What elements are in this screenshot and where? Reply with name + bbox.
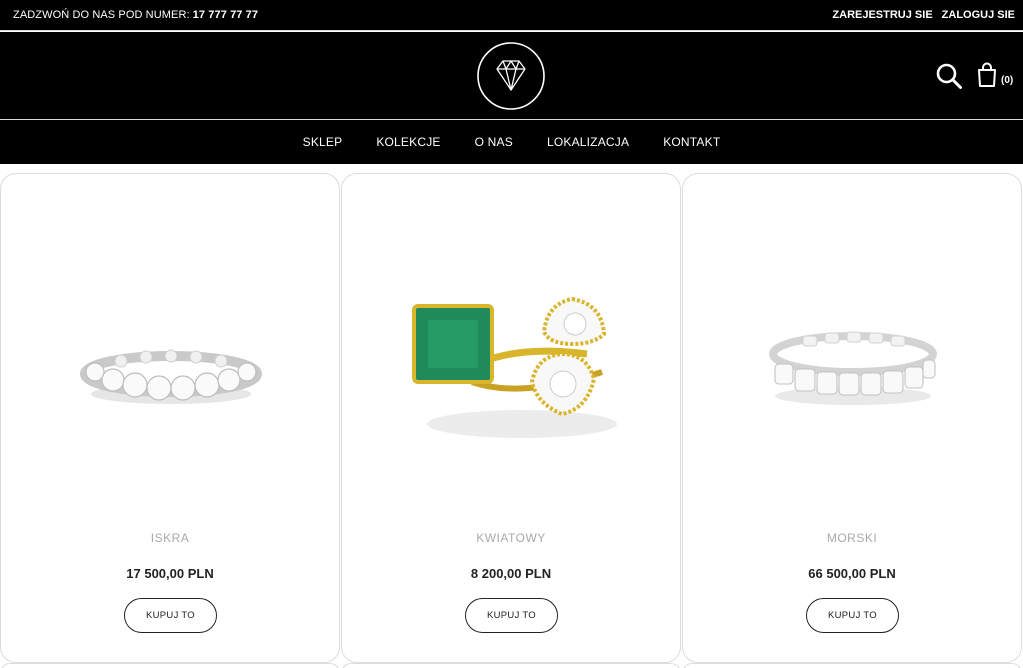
- product-name[interactable]: KWIATOWY: [342, 531, 680, 545]
- product-card[interactable]: ISKRA 17 500,00 PLN KUPUJ TO: [0, 173, 340, 663]
- register-link[interactable]: ZAREJESTRUJ SIE: [832, 9, 932, 21]
- cart-button[interactable]: (0): [976, 62, 1020, 92]
- nav-item-kontakt[interactable]: KONTAKT: [663, 135, 720, 149]
- product-image[interactable]: [31, 204, 311, 494]
- nav-item-kolekcje[interactable]: KOLEKCJE: [376, 135, 440, 149]
- product-price: 66 500,00 PLN: [808, 566, 896, 581]
- phone-number[interactable]: 17 777 77 77: [193, 9, 258, 21]
- cart-count: (0): [1001, 74, 1014, 86]
- product-name[interactable]: ISKRA: [1, 531, 339, 545]
- header: (0): [0, 32, 1023, 119]
- next-row-card-edge: [682, 663, 1022, 668]
- product-card[interactable]: MORSKI 66 500,00 PLN KUPUJ TO: [682, 173, 1022, 663]
- product-price: 17 500,00 PLN: [126, 566, 214, 581]
- next-row-card-edge: [341, 663, 681, 668]
- top-bar: ZADZWOŃ DO NAS POD NUMER: 17 777 77 77 ZA…: [0, 0, 1023, 31]
- auth-links: ZAREJESTRUJ SIE ZALOGUJ SIE: [832, 9, 1015, 21]
- phone-label: ZADZWOŃ DO NAS POD NUMER:: [13, 9, 190, 21]
- next-row-card-edge: [0, 663, 340, 668]
- product-card[interactable]: KWIATOWY 8 200,00 PLN KUPUJ TO: [341, 173, 681, 663]
- nav-item-lokalizacja[interactable]: LOKALIZACJA: [547, 135, 629, 149]
- buy-button[interactable]: KUPUJ TO: [465, 598, 558, 633]
- nav-item-o-nas[interactable]: O NAS: [475, 135, 513, 149]
- phone-info: ZADZWOŃ DO NAS POD NUMER: 17 777 77 77: [13, 9, 258, 21]
- login-link[interactable]: ZALOGUJ SIE: [942, 9, 1015, 21]
- product-grid: ISKRA 17 500,00 PLN KUPUJ TO KWIATOWY 8 …: [0, 173, 1023, 668]
- buy-button[interactable]: KUPUJ TO: [124, 598, 217, 633]
- search-icon[interactable]: [935, 62, 963, 90]
- diamond-logo-icon[interactable]: [477, 42, 545, 110]
- product-image[interactable]: [713, 204, 993, 494]
- product-image[interactable]: [372, 204, 652, 494]
- product-price: 8 200,00 PLN: [470, 566, 552, 581]
- shopping-bag-icon: [976, 62, 998, 93]
- nav-item-sklep[interactable]: SKLEP: [303, 135, 343, 149]
- product-name[interactable]: MORSKI: [683, 531, 1021, 545]
- buy-button[interactable]: KUPUJ TO: [806, 598, 899, 633]
- main-nav: SKLEP KOLEKCJE O NAS LOKALIZACJA KONTAKT: [0, 119, 1023, 164]
